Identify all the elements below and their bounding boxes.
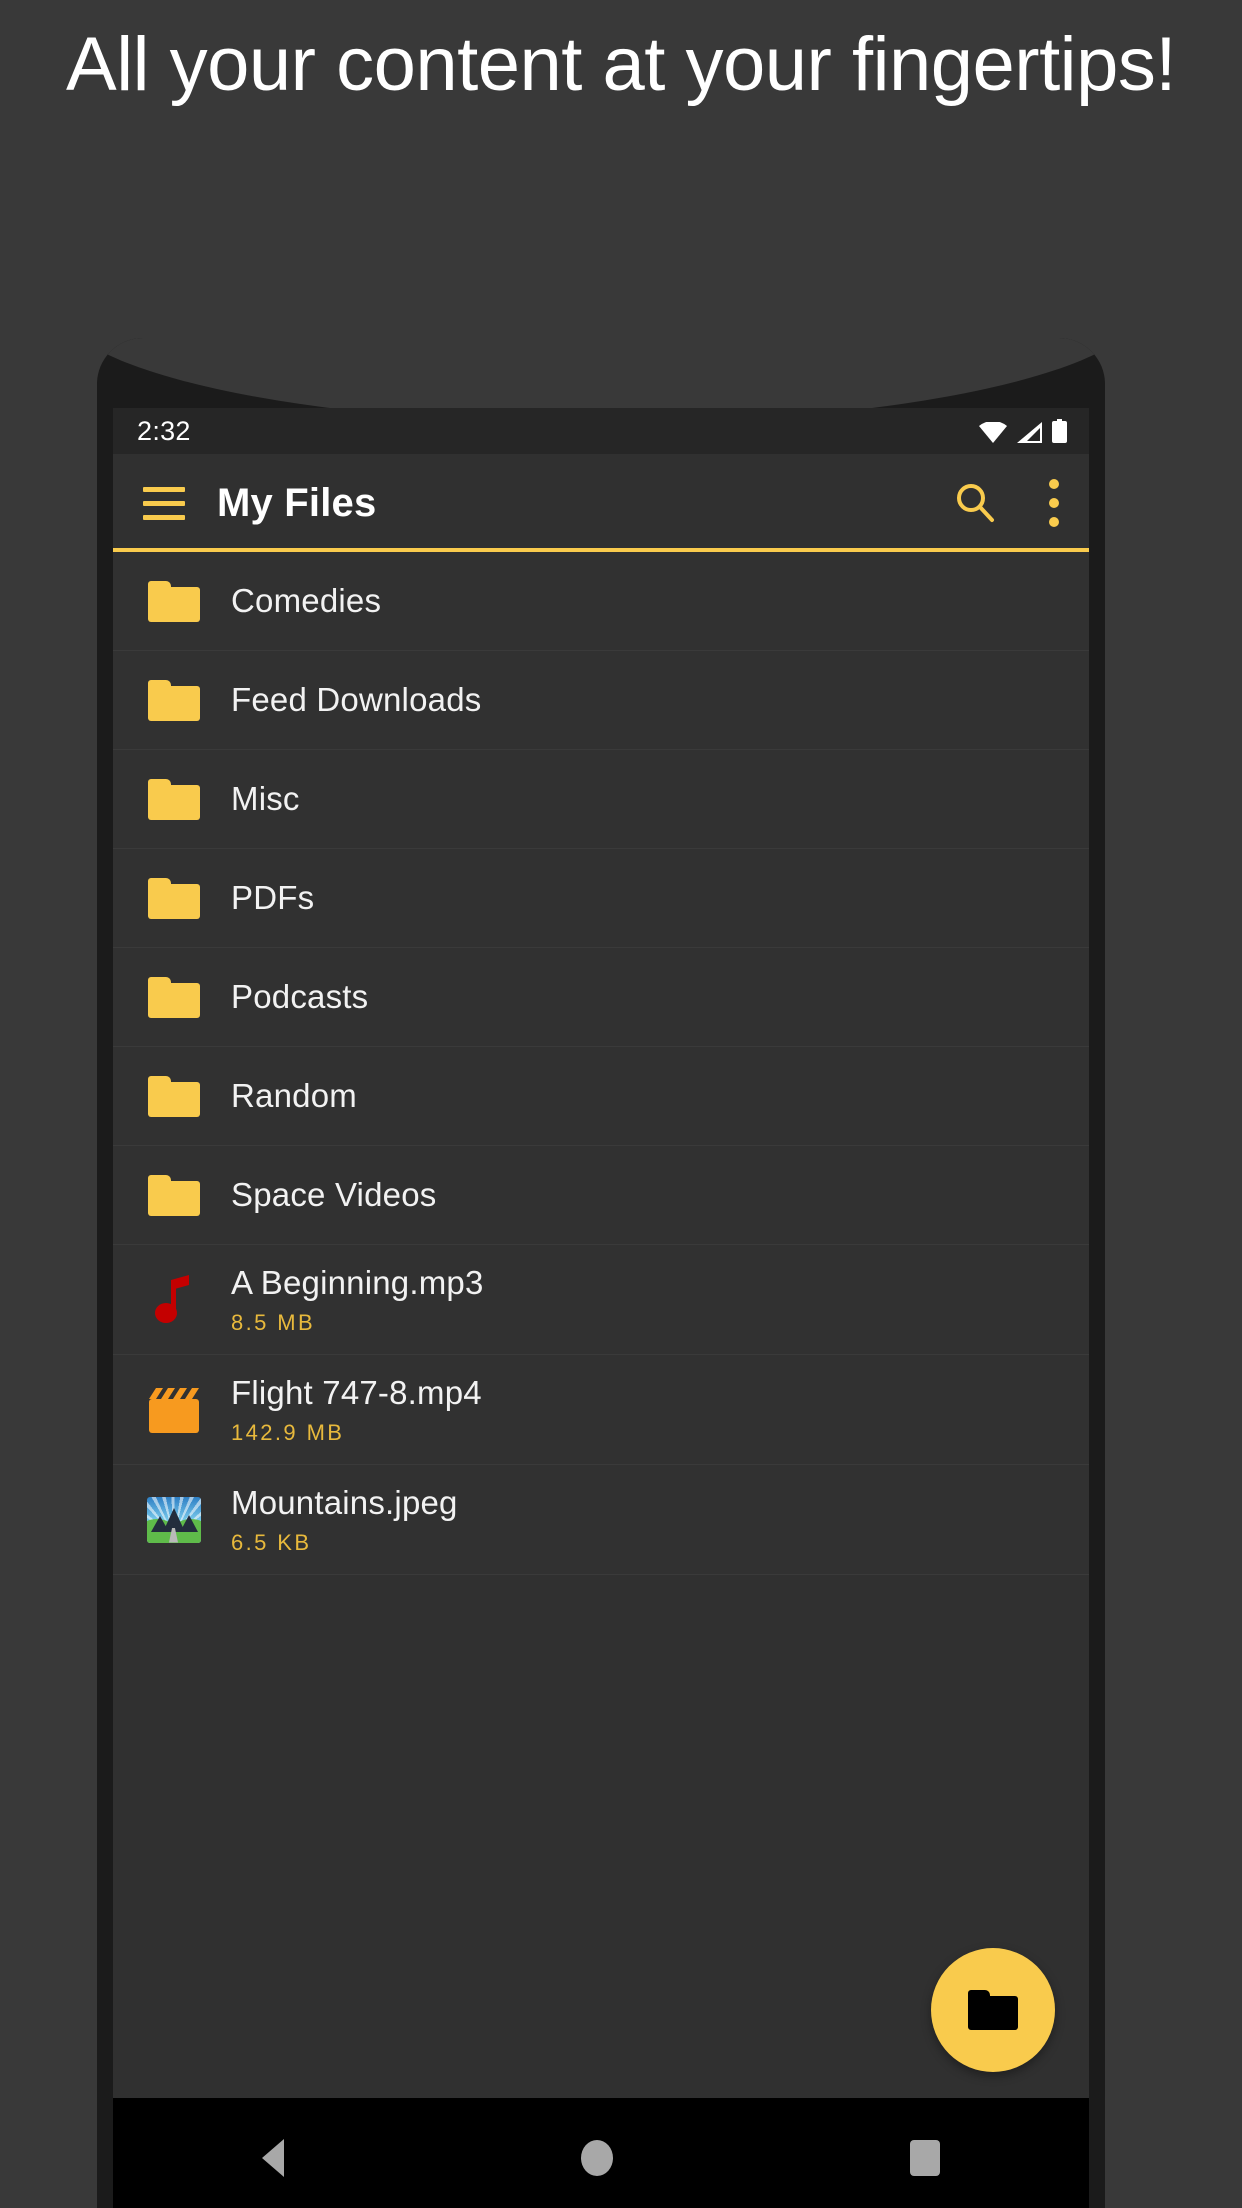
overflow-menu-icon[interactable] [1037, 475, 1061, 531]
file-name: Podcasts [231, 978, 369, 1016]
file-name: Space Videos [231, 1176, 437, 1214]
file-name: Flight 747-8.mp4 [231, 1373, 482, 1411]
file-name: Mountains.jpeg [231, 1483, 458, 1521]
file-size: 6.5 KB [231, 1530, 312, 1556]
folder-icon [145, 572, 203, 630]
status-time: 2:32 [137, 415, 191, 446]
phone-screen: 2:32 My Files Comedies Feed Downloads Mi… [113, 408, 1089, 2208]
list-item[interactable]: Feed Downloads [113, 651, 1089, 750]
image-thumbnail [145, 1491, 203, 1549]
folder-icon [145, 968, 203, 1026]
list-item-text: Flight 747-8.mp4 142.9 MB [231, 1373, 482, 1447]
battery-icon [1052, 419, 1067, 443]
list-item-text: PDFs [231, 878, 314, 918]
file-name: Misc [231, 780, 300, 818]
file-name: Random [231, 1077, 357, 1115]
clapperboard-icon [145, 1381, 203, 1439]
list-item-text: Mountains.jpeg 6.5 KB [231, 1483, 458, 1557]
folder-icon [145, 869, 203, 927]
music-note-icon [145, 1271, 203, 1329]
list-item[interactable]: Space Videos [113, 1146, 1089, 1245]
android-nav-bar [113, 2098, 1089, 2208]
recents-icon[interactable] [910, 2140, 941, 2176]
folder-icon [968, 1990, 1018, 2030]
app-bar-actions [953, 475, 1061, 531]
folder-icon [145, 1166, 203, 1224]
list-item[interactable]: Flight 747-8.mp4 142.9 MB [113, 1355, 1089, 1465]
phone-mockup: 2:32 My Files Comedies Feed Downloads Mi… [97, 338, 1105, 2208]
list-item[interactable]: Comedies [113, 552, 1089, 651]
list-item[interactable]: Podcasts [113, 948, 1089, 1047]
cellular-signal-icon [1017, 422, 1042, 443]
new-folder-fab[interactable] [931, 1948, 1055, 2072]
folder-icon [145, 671, 203, 729]
list-item-text: A Beginning.mp3 8.5 MB [231, 1263, 484, 1337]
folder-icon [145, 770, 203, 828]
back-icon[interactable] [261, 2139, 284, 2177]
promo-screenshot: All your content at your fingertips! 2:3… [0, 0, 1242, 2208]
file-name: A Beginning.mp3 [231, 1263, 484, 1301]
file-name: Feed Downloads [231, 681, 482, 719]
list-item[interactable]: Misc [113, 750, 1089, 849]
list-item[interactable]: PDFs [113, 849, 1089, 948]
list-item-text: Feed Downloads [231, 680, 481, 720]
file-size: 8.5 MB [231, 1310, 316, 1336]
list-item-text: Podcasts [231, 977, 368, 1017]
file-list[interactable]: Comedies Feed Downloads Misc PDFs Podcas… [113, 552, 1089, 2098]
app-bar: My Files [113, 454, 1089, 552]
status-bar: 2:32 [113, 408, 1089, 454]
list-item-text: Misc [231, 779, 300, 819]
file-name: PDFs [231, 879, 315, 917]
status-icons [979, 419, 1067, 443]
list-item[interactable]: Mountains.jpeg 6.5 KB [113, 1465, 1089, 1575]
home-icon[interactable] [580, 2140, 613, 2176]
folder-icon [145, 1067, 203, 1125]
hamburger-menu-icon[interactable] [143, 486, 185, 520]
list-item-text: Comedies [231, 581, 381, 621]
wifi-icon [979, 422, 1007, 443]
list-item[interactable]: Random [113, 1047, 1089, 1146]
file-size: 142.9 MB [231, 1420, 345, 1446]
search-icon[interactable] [953, 481, 997, 525]
list-item[interactable]: A Beginning.mp3 8.5 MB [113, 1245, 1089, 1355]
list-item-text: Random [231, 1076, 357, 1116]
page-title: All your content at your fingertips! [66, 22, 1176, 107]
list-item-text: Space Videos [231, 1175, 436, 1215]
app-title: My Files [217, 480, 377, 525]
file-name: Comedies [231, 582, 382, 620]
